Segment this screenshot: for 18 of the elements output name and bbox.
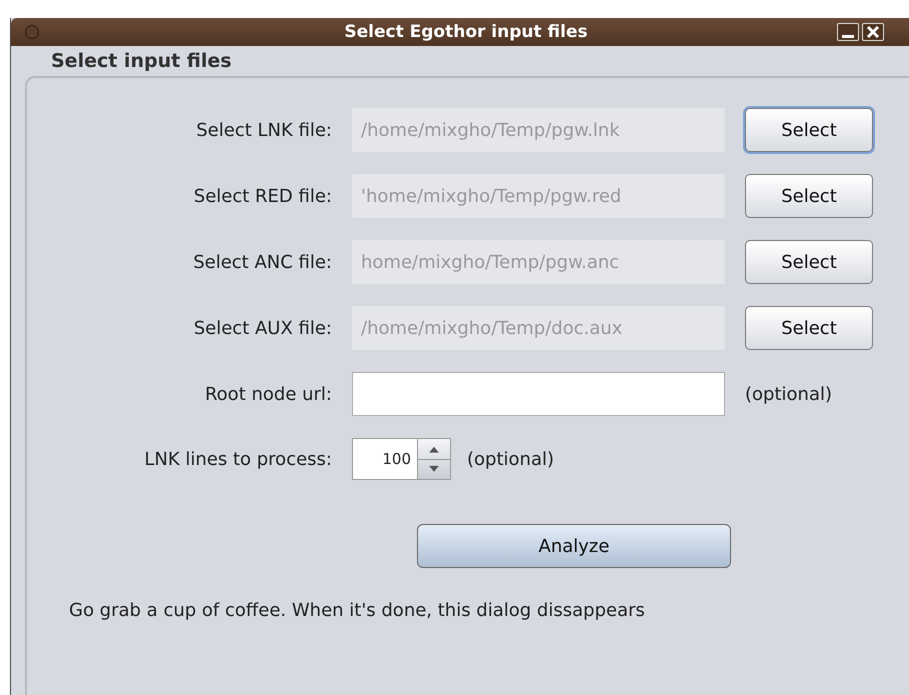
window-title: Select Egothor input files [344,22,588,42]
field-label: Select RED file: [194,186,332,206]
group-title: Select input files [51,50,232,72]
close-button[interactable] [862,23,884,41]
minimize-button[interactable] [837,23,859,41]
field-label: Root node url: [204,384,332,404]
field-label: Select AUX file: [194,318,332,338]
status-message: Go grab a cup of coffee. When it's done, this dialog dissappears [69,600,645,621]
field-label: Select ANC file: [193,252,332,272]
optional-hint: (optional) [745,384,833,404]
analyze-button[interactable]: Analyze [417,524,731,568]
url-field[interactable] [352,372,725,416]
minimize-icon [842,34,854,38]
close-icon [866,25,880,39]
field-label: LNK lines to process: [144,448,332,470]
field-label: Select LNK file: [196,120,332,140]
number-spinner[interactable]: 100 [352,438,451,480]
optional-hint: (optional) [467,448,554,470]
